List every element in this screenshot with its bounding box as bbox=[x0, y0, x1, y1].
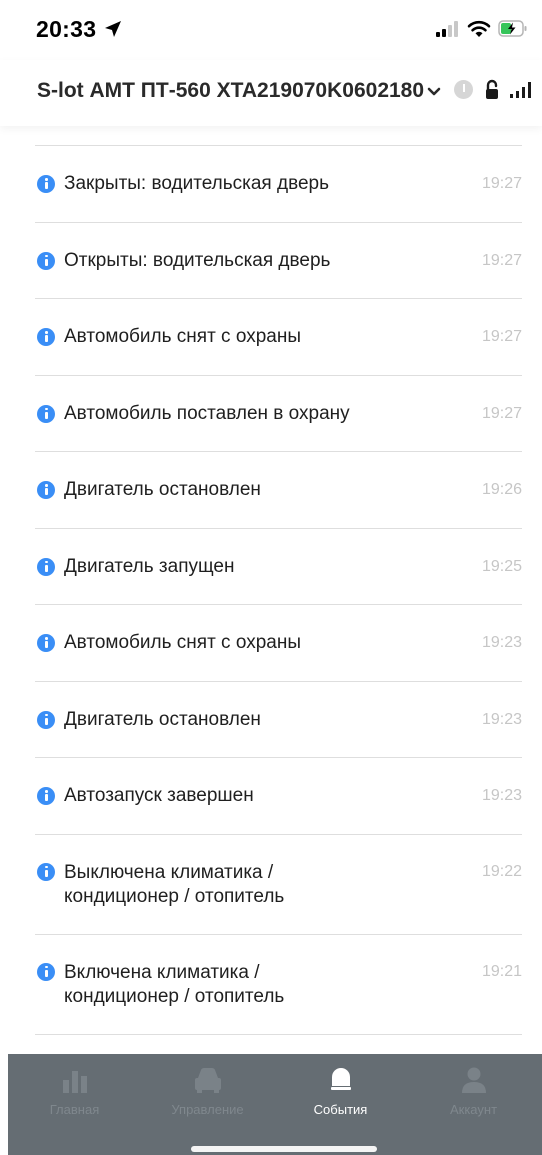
event-row[interactable]: Автомобиль снят с охраны 19:23 bbox=[0, 605, 542, 682]
bell-icon bbox=[330, 1068, 351, 1090]
info-icon bbox=[37, 787, 55, 805]
event-time: 19:27 bbox=[481, 404, 522, 422]
event-text: Автомобиль поставлен в охрану bbox=[64, 402, 350, 424]
device-selector-title[interactable]: S-lot АМТ ПТ-560 XTA219070K0602180 bbox=[37, 79, 424, 103]
event-text: Двигатель остановлен bbox=[64, 479, 261, 500]
tab-events[interactable]: События bbox=[274, 1054, 407, 1134]
info-icon bbox=[37, 862, 55, 881]
info-icon bbox=[37, 710, 55, 729]
info-icon bbox=[37, 328, 55, 346]
info-icon bbox=[37, 175, 55, 193]
event-text: Открыты: водительская дверь bbox=[64, 249, 331, 271]
event-time: 19:27 bbox=[481, 328, 522, 345]
event-time: 19:26 bbox=[481, 481, 522, 498]
event-time: 19:22 bbox=[481, 862, 522, 880]
event-time: 19:23 bbox=[481, 710, 522, 728]
status-bar: 20:33 bbox=[0, 0, 542, 60]
info-icon bbox=[37, 557, 55, 576]
user-icon bbox=[461, 1067, 486, 1093]
car-icon bbox=[194, 1068, 221, 1093]
event-row[interactable]: Открыты: водительская дверь 19:27 bbox=[0, 223, 542, 299]
event-text: Автомобиль снят с охраны bbox=[64, 632, 301, 653]
event-row[interactable]: Автомобиль поставлен в охрану 19:27 bbox=[0, 376, 542, 452]
tab-home[interactable]: Главная bbox=[8, 1054, 141, 1134]
bar-chart-icon bbox=[62, 1071, 87, 1093]
event-text: Автозапуск завершен bbox=[64, 785, 254, 806]
event-row[interactable]: Выключена климатика / кондиционер / отоп… bbox=[0, 835, 542, 935]
event-row[interactable]: Включена климатика / кондиционер / отопи… bbox=[0, 935, 542, 1035]
event-time: 19:27 bbox=[481, 251, 522, 269]
wifi-icon bbox=[467, 20, 491, 37]
event-time: 19:27 bbox=[481, 175, 522, 192]
list-divider bbox=[35, 1033, 522, 1035]
event-row[interactable]: Двигатель остановлен 19:26 bbox=[0, 452, 542, 529]
info-icon bbox=[37, 962, 55, 981]
event-time: 19:23 bbox=[481, 634, 522, 651]
tab-account[interactable]: Аккаунт bbox=[407, 1054, 540, 1134]
tab-label: Управление bbox=[171, 1102, 244, 1117]
event-time: 19:23 bbox=[481, 787, 522, 804]
event-time: 19:25 bbox=[481, 557, 522, 575]
event-text: Двигатель запущен bbox=[64, 555, 235, 577]
events-list[interactable]: Закрыты: водительская дверь 19:27 Открыты:… bbox=[0, 126, 542, 1054]
home-indicator[interactable] bbox=[191, 1146, 377, 1152]
tab-bar: Главная Управление События Аккаунт bbox=[8, 1054, 542, 1155]
event-text: Автомобиль снят с охраны bbox=[64, 326, 301, 347]
status-time: 20:33 bbox=[36, 16, 97, 42]
location-arrow-icon bbox=[105, 21, 121, 37]
event-text: Выключена климатика / кондиционер / отоп… bbox=[64, 861, 285, 907]
signal-icon bbox=[510, 82, 531, 98]
tab-control[interactable]: Управление bbox=[141, 1054, 274, 1134]
event-row[interactable]: Двигатель остановлен 19:23 bbox=[0, 682, 542, 758]
info-icon bbox=[37, 404, 55, 423]
tab-label: Аккаунт bbox=[449, 1102, 498, 1117]
lock-open-icon[interactable] bbox=[484, 79, 500, 101]
event-time: 19:21 bbox=[481, 962, 522, 980]
event-text: Двигатель остановлен bbox=[64, 708, 261, 730]
event-row[interactable]: Закрыты: водительская дверь 19:27 bbox=[0, 146, 542, 223]
info-icon bbox=[37, 634, 55, 652]
device-header[interactable]: S-lot АМТ ПТ-560 XTA219070K0602180 bbox=[0, 60, 542, 126]
event-text: Закрыты: водительская дверь bbox=[64, 173, 329, 194]
event-text: Включена климатика / кондиционер / отопи… bbox=[64, 961, 285, 1007]
info-icon[interactable] bbox=[454, 80, 473, 99]
battery-charging-icon bbox=[498, 20, 527, 37]
tab-label: События bbox=[313, 1102, 368, 1117]
tab-label: Главная bbox=[49, 1102, 100, 1117]
info-icon bbox=[37, 481, 55, 499]
event-row[interactable]: Автомобиль снят с охраны 19:27 bbox=[0, 299, 542, 376]
info-icon bbox=[37, 251, 55, 270]
cellular-signal-icon bbox=[436, 21, 458, 37]
chevron-down-icon[interactable] bbox=[427, 87, 441, 97]
event-row[interactable]: Автозапуск завершен 19:23 bbox=[0, 758, 542, 835]
event-row[interactable]: Двигатель запущен 19:25 bbox=[0, 529, 542, 605]
